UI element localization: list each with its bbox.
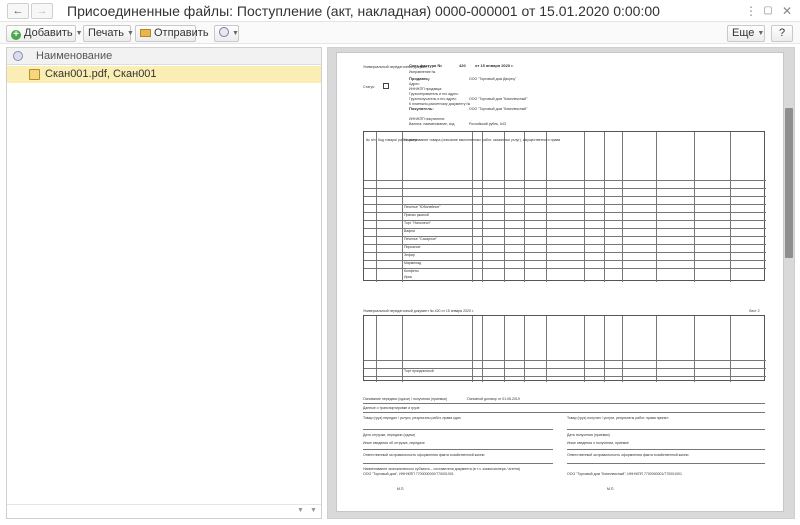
doc-buyer-label: Покупатель:	[409, 106, 434, 111]
file-name: Скан001.pdf, Скан001	[45, 68, 157, 80]
item-row-6: Зефир	[404, 253, 415, 257]
item-row-5: Пирожное	[404, 245, 421, 249]
scanned-page: Универсальный передаточный документ Стат…	[336, 52, 784, 512]
other-info-label: Иные сведения об отгрузке, передаче	[363, 441, 425, 445]
doc-buyer-value: ООО "Торговый дом "Комплексный"	[469, 107, 528, 111]
chevron-down-icon: ▼	[75, 30, 83, 37]
doc-invoice-date: от 15 января 2020 г.	[475, 63, 514, 68]
doc-consignee-value: ООО "Торговый дом "Комплексный"	[469, 97, 528, 101]
recv-date-label: Дата получения (приемки)	[567, 433, 610, 437]
print-label: Печать	[88, 27, 125, 39]
maximize-icon: ▢	[763, 5, 773, 16]
item-row-9: Ирис	[404, 275, 413, 279]
doc-invoice-label: Счет-фактура №	[409, 63, 442, 68]
maximize-button[interactable]: ▢	[760, 3, 776, 19]
transport-label: Данные о транспортировке и грузе	[363, 406, 420, 410]
entity-seller: ООО "Торговый дом", ИНН/КПП 7700000000/7…	[363, 472, 454, 476]
close-icon: ✕	[781, 4, 793, 18]
item-row-4: Печенье "Сахарное"	[404, 237, 438, 241]
envelope-icon	[140, 29, 151, 37]
type-icon	[13, 51, 23, 61]
status-box	[383, 83, 389, 89]
other-recv-label: Иные сведения о получении, приемке	[567, 441, 629, 445]
scan-menu-button[interactable]: ▼	[214, 25, 239, 42]
received-label: Товар (груз) получил / услуги, результат…	[567, 416, 669, 420]
page2-item-row: Торт праздничный	[404, 369, 434, 373]
print-button[interactable]: Печать ▼	[83, 25, 134, 42]
send-button[interactable]: Отправить	[135, 25, 209, 42]
basis-label: Основание передачи (сдачи) / получения (…	[363, 397, 447, 401]
scroll-end-icon[interactable]: ▼	[310, 507, 317, 514]
list-item[interactable]: Скан001.pdf, Скан001	[7, 66, 321, 83]
page2-header: Универсальный передаточный документ № 42…	[363, 309, 474, 313]
page2-sheet: Лист 2	[749, 309, 760, 313]
chevron-down-icon: ▼	[127, 30, 134, 37]
mp-left: М.П.	[397, 487, 405, 491]
basis-value: Основной договор от 01.06.2019	[467, 397, 520, 401]
col-header-2: Наименование товара (описание выполненны…	[404, 138, 561, 142]
doc-address-label: Адрес:	[409, 82, 420, 86]
list-header: Наименование	[7, 48, 321, 65]
close-button[interactable]: ✕	[779, 3, 795, 19]
responsible-label-right: Ответственный за правильность оформления…	[567, 453, 689, 457]
doc-correction-label: Исправление №	[409, 70, 436, 74]
item-row-0: Печенье "Юбилейное"	[404, 205, 441, 209]
window-menu-button[interactable]: ⋮	[743, 3, 759, 19]
doc-inn-label: ИНН/КПП продавца:	[409, 87, 443, 91]
doc-seller-value: ООО "Торговый дом Дворец"	[469, 77, 517, 81]
item-row-8: Конфеты	[404, 269, 419, 273]
doc-shipper-label: Грузоотправитель и его адрес:	[409, 92, 459, 96]
doc-currency-label: Валюта: наименование, код	[409, 122, 455, 126]
back-button[interactable]: ←	[7, 3, 29, 19]
mp-right: М.П.	[607, 487, 615, 491]
col-header-0: № п/п	[366, 138, 376, 142]
arrow-left-icon: ←	[12, 5, 24, 17]
plus-icon: +	[11, 30, 21, 40]
doc-buyer-inn-label: ИНН/КПП покупателя:	[409, 117, 445, 121]
command-bar: + Добавить ▼ Печать ▼ Отправить ▼ Еще ▼ ?	[0, 22, 800, 44]
item-row-1: Пряник ржаной	[404, 213, 429, 217]
forward-button[interactable]: →	[31, 3, 53, 19]
item-row-2: Торт "Наполеон"	[404, 221, 431, 225]
doc-invoice-number: 420	[459, 63, 466, 68]
add-button[interactable]: + Добавить ▼	[6, 25, 83, 42]
page2-table: Торт праздничный	[363, 315, 766, 382]
chevron-down-icon: ▼	[757, 30, 765, 37]
ship-date-label: Дата отгрузки, передачи (сдачи)	[363, 433, 416, 437]
add-label: Добавить	[24, 27, 73, 39]
doc-consignee-label: Грузополучатель и его адрес:	[409, 97, 457, 101]
arrow-right-icon: →	[36, 5, 48, 17]
item-row-7: Мармелад	[404, 261, 422, 265]
more-button[interactable]: Еще ▼	[727, 25, 765, 42]
doc-seller-label: Продавец:	[409, 76, 430, 81]
scanner-icon	[219, 27, 229, 37]
send-label: Отправить	[154, 27, 209, 39]
handed-label: Товар (груз) передал / услуги, результат…	[363, 416, 461, 420]
list-scroll-controls: ▼ ▼	[7, 504, 321, 518]
window-title: Присоединенные файлы: Поступление (акт, …	[67, 3, 660, 19]
preview-scrollbar[interactable]	[785, 108, 793, 258]
help-label: ?	[778, 27, 786, 39]
more-label: Еще	[732, 27, 755, 39]
entity-buyer: ООО "Торговый дом "Комплексный", ИНН/КПП…	[567, 472, 682, 476]
item-row-3: Вафли	[404, 229, 416, 233]
doc-status-label: Статус:	[363, 85, 376, 89]
column-header-name[interactable]: Наименование	[36, 50, 112, 62]
responsible-label: Ответственный за правильность оформления…	[363, 453, 485, 457]
help-button[interactable]: ?	[771, 25, 793, 42]
files-list: Наименование Скан001.pdf, Скан001 ▼ ▼	[6, 47, 322, 519]
entity-label: Наименование экономического субъекта – с…	[363, 467, 521, 471]
chevron-down-icon: ▼	[232, 30, 239, 37]
file-icon	[29, 69, 40, 80]
scroll-down-icon[interactable]: ▼	[297, 507, 304, 514]
title-bar: ← → Присоединенные файлы: Поступление (а…	[0, 0, 800, 22]
items-table: № п/п Код товара/ работ, услуг Наименова…	[363, 131, 766, 282]
more-vertical-icon: ⋮	[745, 4, 757, 18]
doc-currency-value: Российский рубль, 643	[469, 122, 506, 126]
document-preview[interactable]: Универсальный передаточный документ Стат…	[327, 47, 795, 519]
